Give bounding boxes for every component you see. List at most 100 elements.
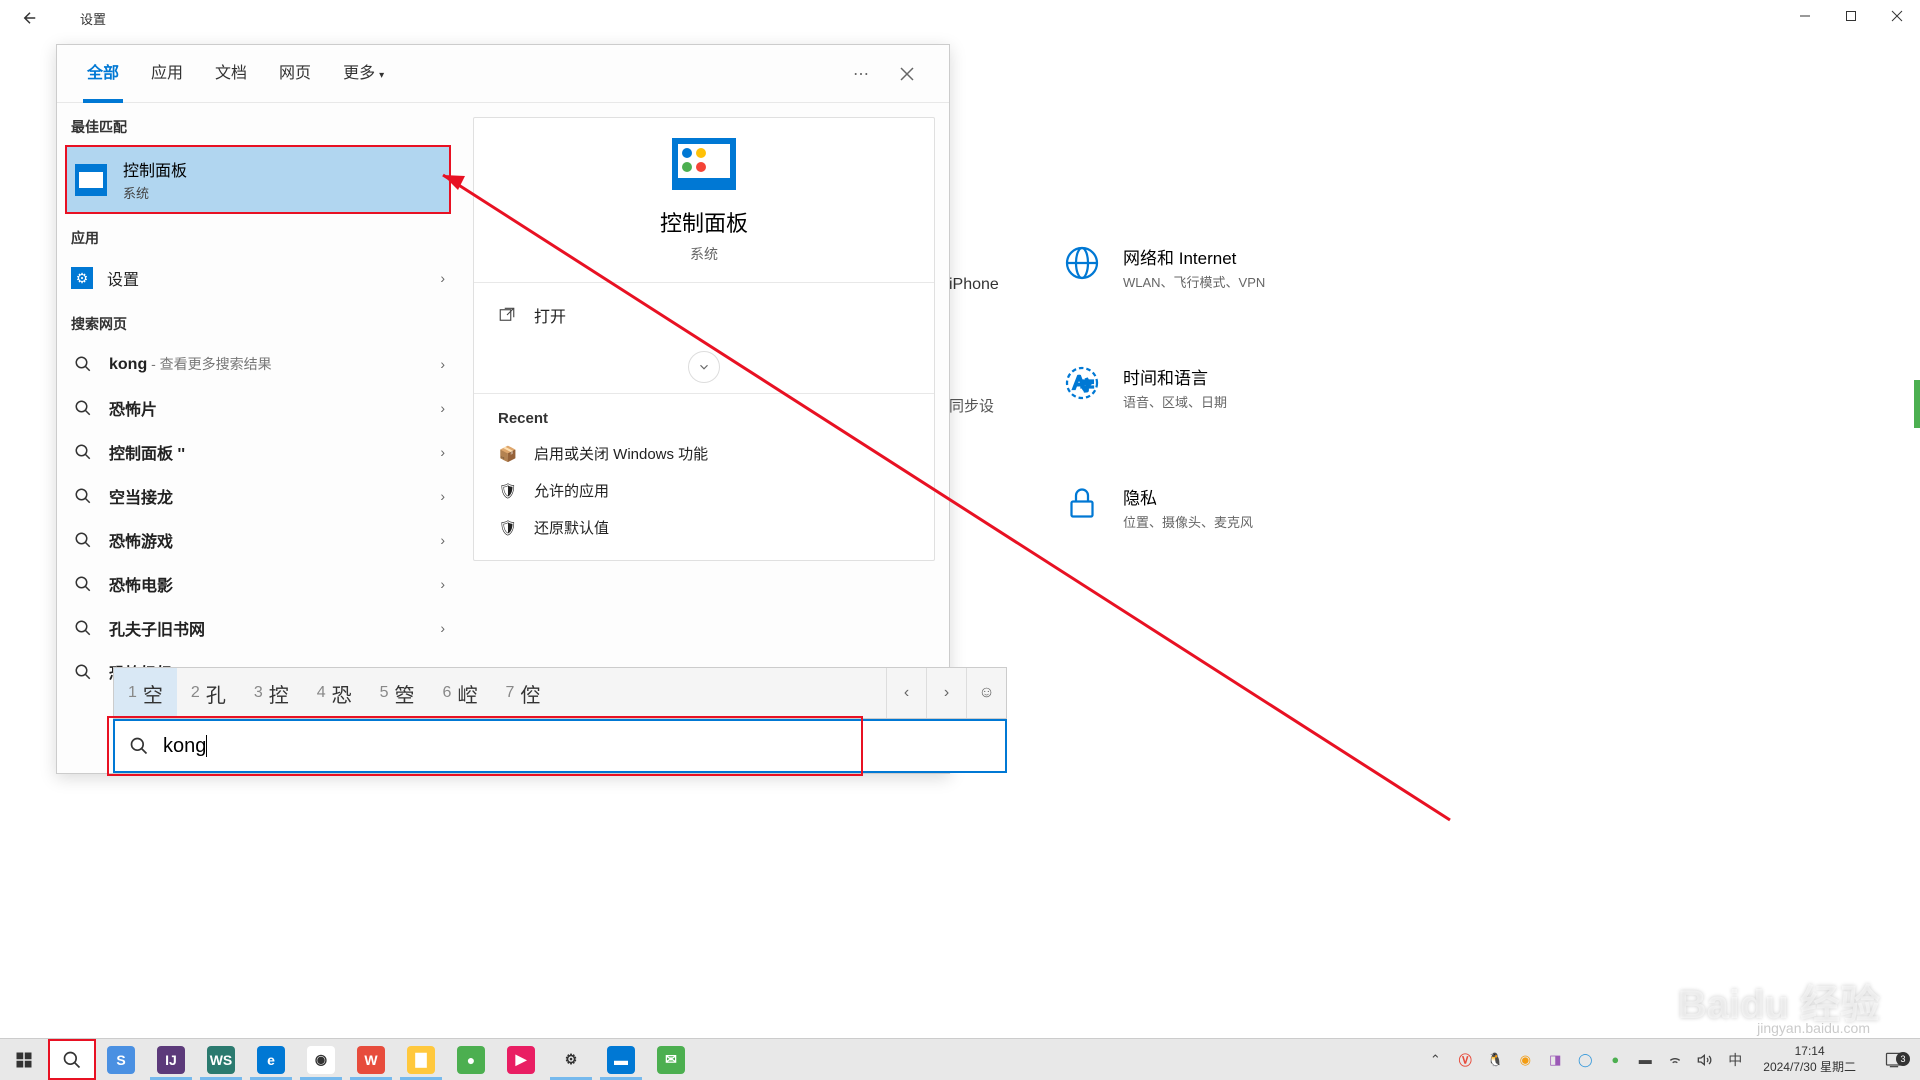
control-panel-icon bbox=[75, 164, 107, 196]
webstorm-icon: WS bbox=[207, 1046, 235, 1074]
control-panel-large-icon bbox=[672, 138, 736, 190]
result-app-settings[interactable]: ⚙ 设置 › bbox=[57, 256, 459, 300]
search-icon bbox=[71, 484, 95, 508]
back-icon[interactable] bbox=[20, 8, 40, 28]
tab-all[interactable]: 全部 bbox=[71, 45, 135, 103]
lock-icon bbox=[1063, 484, 1101, 522]
taskbar-app-settings[interactable]: ⚙ bbox=[546, 1039, 596, 1080]
web-result-item[interactable]: 孔夫子旧书网› bbox=[57, 606, 459, 650]
start-button[interactable] bbox=[0, 1039, 48, 1080]
category-sub: 位置、摄像头、麦克风 bbox=[1123, 512, 1253, 531]
notification-button[interactable]: 3 bbox=[1874, 1050, 1914, 1070]
tray-app2-icon[interactable]: ◉ bbox=[1515, 1050, 1535, 1070]
category-title: 网络和 Internet bbox=[1123, 244, 1265, 269]
tray-wifi-icon[interactable] bbox=[1665, 1050, 1685, 1070]
ime-next-button[interactable]: › bbox=[926, 668, 966, 718]
window-controls bbox=[1782, 0, 1920, 32]
recent-item[interactable]: 🛡还原默认值 bbox=[488, 509, 920, 546]
web-result-item[interactable]: 空当接龙› bbox=[57, 474, 459, 518]
ime-candidate[interactable]: 4恐 bbox=[303, 668, 366, 718]
apps-header: 应用 bbox=[57, 214, 459, 256]
taskbar-app-app-pink[interactable]: ▶ bbox=[496, 1039, 546, 1080]
taskbar-app-explorer[interactable]: ▇ bbox=[396, 1039, 446, 1080]
tab-apps[interactable]: 应用 bbox=[135, 45, 199, 103]
maximize-button[interactable] bbox=[1828, 0, 1874, 32]
preview-open-action[interactable]: 打开 bbox=[488, 283, 920, 347]
search-icon bbox=[71, 616, 95, 640]
search-icon bbox=[71, 396, 95, 420]
search-input-box[interactable]: kong bbox=[113, 719, 1007, 773]
category-title: 时间和语言 bbox=[1123, 364, 1227, 389]
ime-candidate[interactable]: 6崆 bbox=[429, 668, 492, 718]
tab-more[interactable]: 更多▾ bbox=[327, 45, 400, 103]
ime-candidate[interactable]: 2孔 bbox=[177, 668, 240, 718]
web-result-item[interactable]: 控制面板 ''› bbox=[57, 430, 459, 474]
search-icon bbox=[71, 440, 95, 464]
best-match-title: 控制面板 bbox=[123, 157, 187, 181]
sogou-icon: S bbox=[107, 1046, 135, 1074]
taskbar-clock[interactable]: 17:14 2024/7/30 星期二 bbox=[1755, 1044, 1864, 1075]
best-match-item[interactable]: 控制面板 系统 bbox=[65, 145, 451, 214]
minimize-button[interactable] bbox=[1782, 0, 1828, 32]
chrome-icon: ◉ bbox=[307, 1046, 335, 1074]
tray-wechat-icon[interactable]: ● bbox=[1605, 1050, 1625, 1070]
category-iphone-text: iPhone bbox=[949, 276, 999, 294]
taskbar-app-intellij[interactable]: IJ bbox=[146, 1039, 196, 1080]
web-result-item[interactable]: 恐怖电影› bbox=[57, 562, 459, 606]
taskbar-app-sogou[interactable]: S bbox=[96, 1039, 146, 1080]
taskbar-app-chrome[interactable]: ◉ bbox=[296, 1039, 346, 1080]
control-panel-icon: ▬ bbox=[607, 1046, 635, 1074]
gear-icon: ⚙ bbox=[71, 267, 93, 289]
notification-badge: 3 bbox=[1896, 1052, 1910, 1066]
search-input-value: kong bbox=[163, 735, 207, 758]
category-time-language[interactable]: A字 时间和语言 语音、区域、日期 bbox=[1063, 364, 1227, 411]
tray-chevron-up-icon[interactable]: ⌃ bbox=[1425, 1050, 1445, 1070]
category-sub: WLAN、飞行模式、VPN bbox=[1123, 272, 1265, 291]
chevron-right-icon: › bbox=[440, 532, 445, 548]
category-privacy[interactable]: 隐私 位置、摄像头、麦克风 bbox=[1063, 484, 1253, 531]
expand-button[interactable] bbox=[688, 351, 720, 383]
tray-app3-icon[interactable]: ◨ bbox=[1545, 1050, 1565, 1070]
settings-titlebar: 设置 bbox=[0, 0, 1920, 36]
chevron-right-icon: › bbox=[440, 620, 445, 636]
tray-qq-icon[interactable]: 🐧 bbox=[1485, 1050, 1505, 1070]
category-sync-text: 同步设 bbox=[949, 395, 994, 416]
tab-documents[interactable]: 文档 bbox=[199, 45, 263, 103]
tray-app4-icon[interactable]: ◯ bbox=[1575, 1050, 1595, 1070]
category-network[interactable]: 网络和 Internet WLAN、飞行模式、VPN bbox=[1063, 244, 1265, 291]
wps-icon: W bbox=[357, 1046, 385, 1074]
tray-app-icon[interactable]: Ⓥ bbox=[1455, 1050, 1475, 1070]
recent-item[interactable]: 🛡允许的应用 bbox=[488, 472, 920, 509]
web-result-item[interactable]: kong - 查看更多搜索结果› bbox=[57, 342, 459, 386]
tray-volume-icon[interactable] bbox=[1695, 1050, 1715, 1070]
ime-candidate[interactable]: 3控 bbox=[240, 668, 303, 718]
ime-prev-button[interactable]: ‹ bbox=[886, 668, 926, 718]
taskbar-app-edge[interactable]: e bbox=[246, 1039, 296, 1080]
chevron-right-icon: › bbox=[440, 356, 445, 372]
category-sub: 语音、区域、日期 bbox=[1123, 392, 1227, 411]
ime-candidate[interactable]: 1空 bbox=[114, 668, 177, 718]
taskbar-app-webstorm[interactable]: WS bbox=[196, 1039, 246, 1080]
ime-candidate[interactable]: 7倥 bbox=[491, 668, 554, 718]
recent-item[interactable]: 📦启用或关闭 Windows 功能 bbox=[488, 435, 920, 472]
web-result-item[interactable]: 恐怖游戏› bbox=[57, 518, 459, 562]
close-button[interactable] bbox=[1874, 0, 1920, 32]
taskbar-search-button[interactable] bbox=[48, 1039, 96, 1080]
close-search-icon[interactable] bbox=[899, 66, 915, 82]
chevron-right-icon: › bbox=[440, 270, 445, 286]
tray-ime-indicator[interactable]: 中 bbox=[1725, 1050, 1745, 1070]
more-options-icon[interactable]: ⋯ bbox=[853, 64, 869, 84]
preview-sub: 系统 bbox=[488, 244, 920, 264]
ime-emoji-button[interactable]: ☺ bbox=[966, 668, 1006, 718]
taskbar-app-wechat[interactable]: ✉ bbox=[646, 1039, 696, 1080]
taskbar-app-control-panel[interactable]: ▬ bbox=[596, 1039, 646, 1080]
ime-candidate[interactable]: 5箜 bbox=[366, 668, 429, 718]
tab-web[interactable]: 网页 bbox=[263, 45, 327, 103]
web-result-item[interactable]: 恐怖片› bbox=[57, 386, 459, 430]
open-icon bbox=[498, 306, 516, 324]
tray-battery-icon[interactable]: ▬ bbox=[1635, 1050, 1655, 1070]
app-green-icon: ● bbox=[457, 1046, 485, 1074]
taskbar-app-wps[interactable]: W bbox=[346, 1039, 396, 1080]
edge-icon: e bbox=[257, 1046, 285, 1074]
taskbar-app-app-green[interactable]: ● bbox=[446, 1039, 496, 1080]
